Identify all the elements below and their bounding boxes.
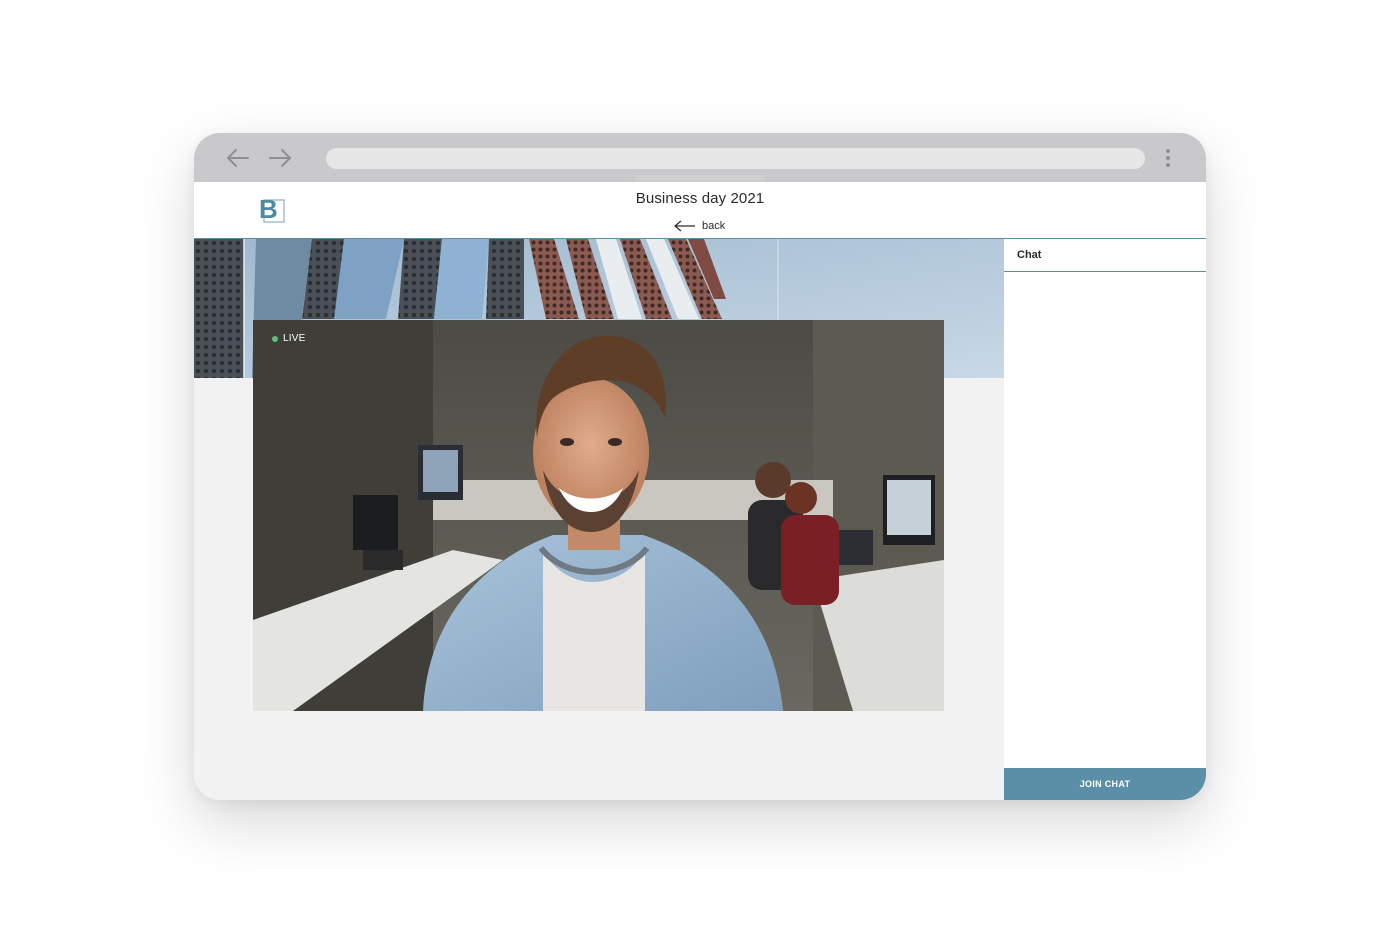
event-overline <box>194 172 1206 184</box>
event-title: Business day 2021 <box>635 190 765 207</box>
chat-title: Chat <box>1017 249 1042 261</box>
main-content: LIVE <box>194 239 1004 800</box>
back-arrow-icon <box>674 220 695 232</box>
page-stage: B Business day 2021 back LIVE Chat JOIN … <box>0 0 1400 934</box>
video-player[interactable]: LIVE <box>253 320 944 711</box>
chat-panel: Chat JOIN CHAT <box>1004 239 1206 800</box>
back-link[interactable]: back <box>674 218 725 234</box>
kebab-menu-icon[interactable] <box>1162 147 1174 169</box>
arrow-right-icon[interactable] <box>267 145 293 171</box>
join-chat-button[interactable]: JOIN CHAT <box>1004 768 1206 800</box>
live-status-dot <box>272 335 278 342</box>
presenter-video-frame <box>253 320 944 711</box>
browser-window: B Business day 2021 back LIVE Chat JOIN … <box>194 133 1206 800</box>
chat-header: Chat <box>1004 239 1206 272</box>
back-label: back <box>702 220 726 232</box>
site-header: B Business day 2021 back <box>194 175 1206 239</box>
live-status-badge: LIVE <box>272 333 305 344</box>
address-bar-input[interactable] <box>326 148 1145 169</box>
arrow-left-icon[interactable] <box>225 145 251 171</box>
live-status-label: LIVE <box>283 333 306 344</box>
